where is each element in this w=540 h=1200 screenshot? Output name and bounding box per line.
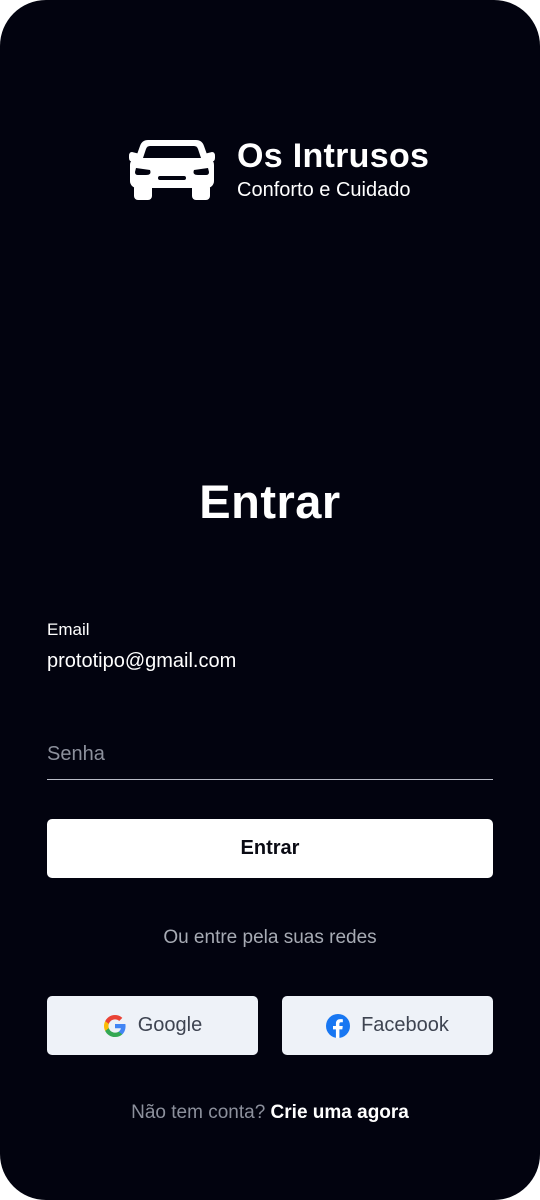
signup-prompt: Não tem conta? Crie uma agora bbox=[0, 1101, 540, 1125]
brand-subtitle: Conforto e Cuidado bbox=[237, 179, 411, 201]
brand-header: Os Intrusos Conforto e Cuidado bbox=[128, 136, 429, 203]
facebook-login-label: Facebook bbox=[361, 1014, 449, 1036]
google-icon bbox=[103, 1014, 126, 1037]
page-title: Entrar bbox=[199, 475, 341, 528]
login-button-label: Entrar bbox=[240, 837, 300, 859]
brand-title: Os Intrusos bbox=[237, 137, 430, 175]
google-login-button[interactable]: Google bbox=[47, 996, 258, 1055]
facebook-login-button[interactable]: Facebook bbox=[282, 996, 493, 1055]
google-login-label: Google bbox=[137, 1014, 203, 1036]
car-icon bbox=[129, 139, 215, 200]
email-field[interactable]: prototipo@gmail.com bbox=[47, 649, 236, 673]
brand-text: Os Intrusos Conforto e Cuidado bbox=[237, 136, 429, 203]
signup-link[interactable]: Crie uma agora bbox=[271, 1102, 409, 1123]
signup-question: Não tem conta? bbox=[131, 1102, 266, 1123]
facebook-icon bbox=[326, 1013, 351, 1038]
login-button[interactable]: Entrar bbox=[47, 819, 493, 878]
login-screen: Os Intrusos Conforto e Cuidado Entrar Em… bbox=[0, 0, 540, 1200]
email-label: Email bbox=[47, 620, 90, 639]
social-login-caption: Ou entre pela suas redes bbox=[163, 927, 377, 948]
password-field[interactable] bbox=[47, 738, 493, 780]
